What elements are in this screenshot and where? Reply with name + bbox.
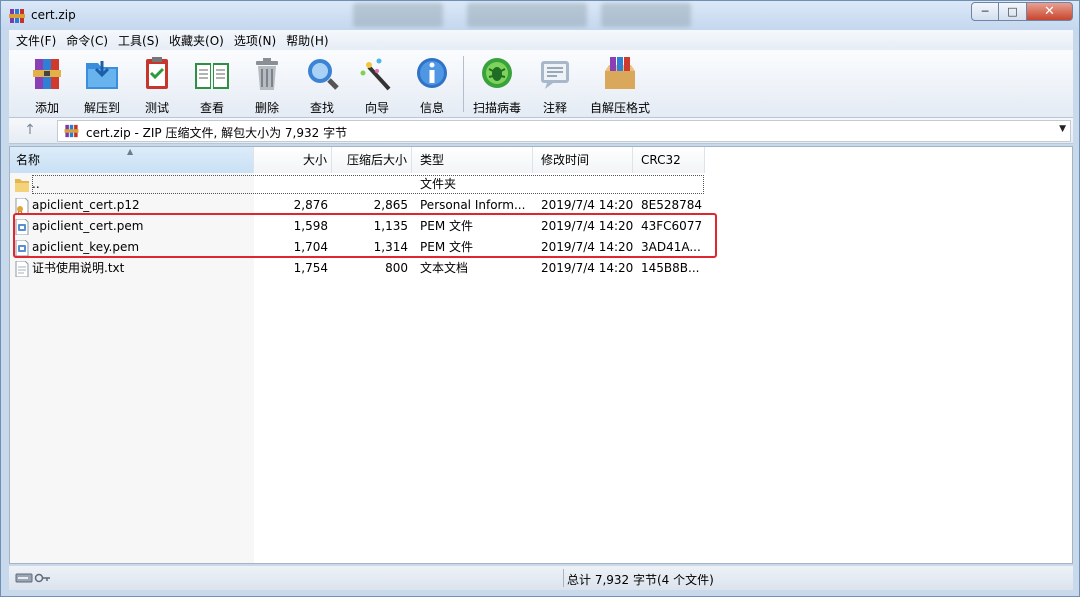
title-bar[interactable]: cert.zip ─ □ ✕ xyxy=(1,1,1079,30)
folder-icon xyxy=(15,179,29,192)
wizard-button[interactable]: 向导 xyxy=(349,55,405,115)
add-button[interactable]: 添加 xyxy=(19,55,75,115)
toolbar-separator xyxy=(463,56,464,112)
toolbar: 添加 解压到 测试 查看 删除 查找 向导 信息 扫描病毒 注释 自解压格式 xyxy=(9,50,1073,118)
menu-tools[interactable]: 工具(S) xyxy=(115,32,166,49)
menu-favorites[interactable]: 收藏夹(O) xyxy=(166,32,231,49)
column-crc32[interactable]: CRC32 xyxy=(633,147,705,173)
red-annotation-box xyxy=(13,213,717,258)
virus-scan-button[interactable]: 扫描病毒 xyxy=(467,55,527,115)
column-packed-size[interactable]: 压缩后大小 xyxy=(332,147,412,173)
list-row[interactable]: 证书使用说明.txt 1,754 800 文本文档 2019/7/4 14:20… xyxy=(10,258,1072,279)
drive-key-icon[interactable] xyxy=(15,571,51,585)
menu-help[interactable]: 帮助(H) xyxy=(283,32,335,49)
blurred-background xyxy=(601,3,691,27)
wizard-icon xyxy=(360,58,391,91)
status-summary: 总计 7,932 字节(4 个文件) xyxy=(567,573,714,587)
column-size[interactable]: 大小 xyxy=(254,147,332,173)
view-icon xyxy=(195,63,229,89)
virus-scan-icon xyxy=(482,58,512,88)
address-bar: ↑ cert.zip - ZIP 压缩文件, 解包大小为 7,932 字节 ▼ xyxy=(9,118,1073,144)
close-button[interactable]: ✕ xyxy=(1027,2,1073,21)
sort-ascending-icon: ▲ xyxy=(127,147,134,156)
find-button[interactable]: 查找 xyxy=(294,55,350,115)
menu-options[interactable]: 选项(N) xyxy=(231,32,283,49)
address-text: cert.zip - ZIP 压缩文件, 解包大小为 7,932 字节 xyxy=(86,126,348,140)
window-title: cert.zip xyxy=(31,8,76,22)
sfx-button[interactable]: 自解压格式 xyxy=(585,55,655,115)
address-field[interactable]: cert.zip - ZIP 压缩文件, 解包大小为 7,932 字节 ▼ xyxy=(57,120,1071,142)
comment-button[interactable]: 注释 xyxy=(527,55,583,115)
list-row-parent[interactable]: .. 文件夹 xyxy=(10,174,1072,195)
find-icon xyxy=(308,59,339,90)
delete-button[interactable]: 删除 xyxy=(239,55,295,115)
column-name[interactable]: ▲ 名称 xyxy=(10,147,254,173)
comment-icon xyxy=(541,61,569,89)
address-dropdown-button[interactable]: ▼ xyxy=(1059,124,1066,134)
text-file-icon xyxy=(15,261,29,277)
blurred-background xyxy=(353,3,443,27)
info-icon xyxy=(417,58,447,88)
file-list[interactable]: ▲ 名称 大小 压缩后大小 类型 修改时间 CRC32 .. 文件夹 apicl… xyxy=(9,146,1073,564)
extract-to-icon xyxy=(86,61,118,89)
extract-to-button[interactable]: 解压到 xyxy=(74,55,130,115)
test-icon xyxy=(146,57,168,89)
up-folder-button[interactable]: ↑ xyxy=(21,122,39,140)
add-archive-icon xyxy=(33,59,61,89)
status-bar: 总计 7,932 字节(4 个文件) xyxy=(9,566,1073,590)
view-button[interactable]: 查看 xyxy=(184,55,240,115)
menu-commands[interactable]: 命令(C) xyxy=(63,32,115,49)
sfx-icon xyxy=(605,57,635,89)
blurred-background xyxy=(467,3,587,27)
delete-icon xyxy=(256,58,278,90)
list-header: ▲ 名称 大小 压缩后大小 类型 修改时间 CRC32 xyxy=(10,147,1072,173)
test-button[interactable]: 测试 xyxy=(129,55,185,115)
status-divider xyxy=(563,569,564,587)
archive-icon xyxy=(64,124,79,138)
column-modified[interactable]: 修改时间 xyxy=(533,147,633,173)
maximize-button[interactable]: □ xyxy=(999,2,1027,21)
winrar-window: cert.zip ─ □ ✕ 文件(F) 命令(C) 工具(S) 收藏夹(O) … xyxy=(0,0,1080,597)
certificate-file-icon xyxy=(15,198,29,214)
column-type[interactable]: 类型 xyxy=(412,147,533,173)
menu-bar: 文件(F) 命令(C) 工具(S) 收藏夹(O) 选项(N) 帮助(H) xyxy=(9,30,1073,50)
info-button[interactable]: 信息 xyxy=(404,55,460,115)
minimize-button[interactable]: ─ xyxy=(971,2,999,21)
winrar-app-icon xyxy=(9,9,25,23)
menu-file[interactable]: 文件(F) xyxy=(13,32,63,49)
